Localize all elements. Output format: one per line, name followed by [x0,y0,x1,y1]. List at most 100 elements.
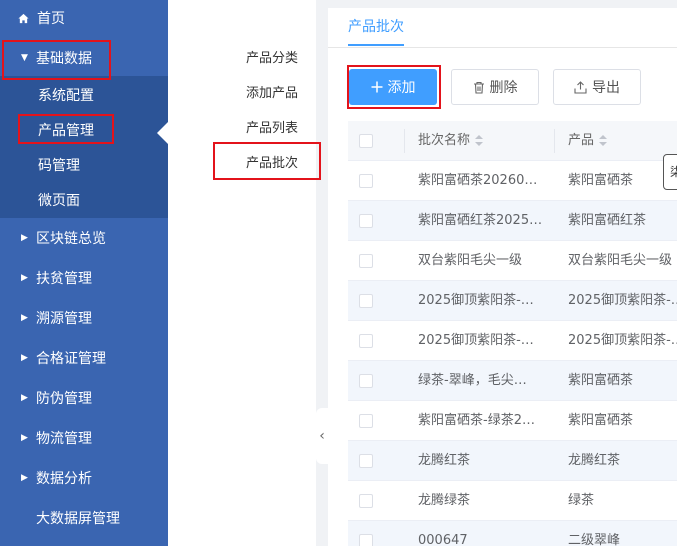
column-header-batch-name[interactable]: 批次名称 [418,121,484,161]
column-header-product[interactable]: 产品 [568,121,608,161]
sort-icon[interactable] [475,134,484,147]
column-separator [554,129,555,153]
table-row[interactable]: 紫阳富硒茶-绿茶2… 紫阳富硒茶 [348,401,677,441]
nav-logistics-label: 物流管理 [36,431,92,447]
nav-certificate[interactable]: ▶ 合格证管理 [0,338,168,378]
nav-big-screen-label: 大数据屏管理 [36,511,120,527]
table-row[interactable]: 2025御顶紫阳茶-… 2025御顶紫阳茶-… [348,321,677,361]
row-checkbox[interactable] [359,414,373,428]
table-row[interactable]: 龙腾绿茶 绿茶 [348,481,677,521]
plus-icon [371,81,383,93]
add-button[interactable]: 添加 [349,69,437,105]
submenu-item-code-management[interactable]: 码管理 [38,150,80,180]
cell-product: 双台紫阳毛尖一级 [568,253,673,268]
nav-poverty-alleviation-label: 扶贫管理 [36,271,92,287]
nav-anti-counterfeit[interactable]: ▶ 防伪管理 [0,378,168,418]
table-row[interactable]: 龙腾红茶 龙腾红茶 [348,441,677,481]
export-icon [574,80,587,94]
column-header-label: 产品 [568,133,595,148]
nav-poverty-alleviation[interactable]: ▶ 扶贫管理 [0,258,168,298]
row-checkbox[interactable] [359,534,373,546]
main-card: 产品批次 添加 删除 导出 批次名称 产品 紫阳富硒茶20260… 紫阳富硒茶 … [328,8,677,546]
submenu-item-micro-page[interactable]: 微页面 [38,185,80,215]
cell-product: 龙腾红茶 [568,453,621,468]
cell-batch-name: 双台紫阳毛尖一级 [418,253,523,268]
row-checkbox[interactable] [359,494,373,508]
row-checkbox[interactable] [359,454,373,468]
nav-traceability[interactable]: ▶ 溯源管理 [0,298,168,338]
cell-batch-name: 绿茶-翠峰，毛尖… [418,373,527,388]
cell-batch-name: 龙腾绿茶 [418,493,471,508]
chevron-left-icon: ‹ [319,428,325,444]
tooltip-fragment: 柒 [663,154,677,190]
column-separator [404,129,405,153]
app-root: 首页 ▼ 基础数据 系统配置 产品管理 码管理 微页面 ▶ 区块链总览 ▶ 扶贫… [0,0,677,546]
product-subpanel: 产品分类 添加产品 产品列表 产品批次 [168,0,316,546]
nav-logistics[interactable]: ▶ 物流管理 [0,418,168,458]
subpanel-item-category[interactable]: 产品分类 [246,47,298,66]
cell-batch-name: 2025御顶紫阳茶-… [418,333,534,348]
caret-right-icon: ▶ [21,432,28,443]
subpanel-item-product-batch[interactable]: 产品批次 [246,152,298,171]
basic-data-submenu: 系统配置 产品管理 码管理 微页面 [0,76,168,218]
collapse-handle[interactable]: ‹ [316,408,328,464]
cell-batch-name: 000647 [418,533,468,546]
sort-icon[interactable] [599,134,608,147]
table-row[interactable]: 2025御顶紫阳茶-… 2025御顶紫阳茶-… [348,281,677,321]
delete-button[interactable]: 删除 [451,69,539,105]
tab-divider [328,47,677,48]
caret-right-icon: ▶ [21,392,28,403]
home-icon [18,13,29,23]
row-checkbox[interactable] [359,214,373,228]
submenu-item-system-config[interactable]: 系统配置 [38,80,94,110]
table-header: 批次名称 产品 [348,121,677,161]
batch-table: 批次名称 产品 紫阳富硒茶20260… 紫阳富硒茶 紫阳富硒红茶2025… 紫阳… [348,121,677,546]
table-row[interactable]: 紫阳富硒红茶2025… 紫阳富硒红茶 [348,201,677,241]
row-checkbox[interactable] [359,174,373,188]
delete-button-label: 删除 [489,80,518,96]
nav-certificate-label: 合格证管理 [36,351,106,367]
cell-product: 2025御顶紫阳茶-… [568,333,677,348]
nav-blockchain-overview[interactable]: ▶ 区块链总览 [0,218,168,258]
table-row[interactable]: 绿茶-翠峰，毛尖… 紫阳富硒茶 [348,361,677,401]
select-all-checkbox[interactable] [359,134,373,148]
tab-product-batch[interactable]: 产品批次 [348,8,404,46]
row-checkbox[interactable] [359,294,373,308]
row-checkbox[interactable] [359,374,373,388]
active-pointer [157,122,168,144]
column-header-label: 批次名称 [418,133,471,148]
cell-product: 紫阳富硒茶 [568,173,634,188]
table-row[interactable]: 000647 二级翠峰 [348,521,677,546]
sidebar: 首页 ▼ 基础数据 系统配置 产品管理 码管理 微页面 ▶ 区块链总览 ▶ 扶贫… [0,0,168,546]
nav-home[interactable]: 首页 [0,0,168,36]
subpanel-item-add-product[interactable]: 添加产品 [246,82,298,101]
table-row[interactable]: 双台紫阳毛尖一级 双台紫阳毛尖一级 [348,241,677,281]
cell-batch-name: 紫阳富硒茶-绿茶2… [418,413,535,428]
nav-anti-counterfeit-label: 防伪管理 [36,391,92,407]
export-button-label: 导出 [592,80,620,96]
caret-right-icon: ▶ [21,312,28,323]
nav-blockchain-overview-label: 区块链总览 [36,231,106,247]
cell-product: 紫阳富硒茶 [568,373,634,388]
caret-right-icon: ▶ [21,232,28,243]
nav-basic-data[interactable]: ▼ 基础数据 [0,38,168,78]
row-checkbox[interactable] [359,334,373,348]
nav-traceability-label: 溯源管理 [36,311,92,327]
cell-batch-name: 紫阳富硒红茶2025… [418,213,543,228]
cell-batch-name: 龙腾红茶 [418,453,471,468]
nav-data-analysis[interactable]: ▶ 数据分析 [0,458,168,498]
nav-data-analysis-label: 数据分析 [36,471,92,487]
row-checkbox[interactable] [359,254,373,268]
nav-big-screen[interactable]: ▶ 大数据屏管理 [0,498,168,538]
add-button-label: 添加 [387,80,416,96]
subpanel-item-product-list[interactable]: 产品列表 [246,117,298,136]
caret-right-icon: ▶ [21,352,28,363]
cell-product: 二级翠峰 [568,533,621,546]
table-row[interactable]: 紫阳富硒茶20260… 紫阳富硒茶 [348,161,677,201]
export-button[interactable]: 导出 [553,69,641,105]
trash-icon [473,81,485,94]
caret-down-icon: ▼ [21,52,28,63]
submenu-item-product-management[interactable]: 产品管理 [38,115,94,145]
cell-product: 绿茶 [568,493,595,508]
nav-basic-data-label: 基础数据 [36,51,92,67]
